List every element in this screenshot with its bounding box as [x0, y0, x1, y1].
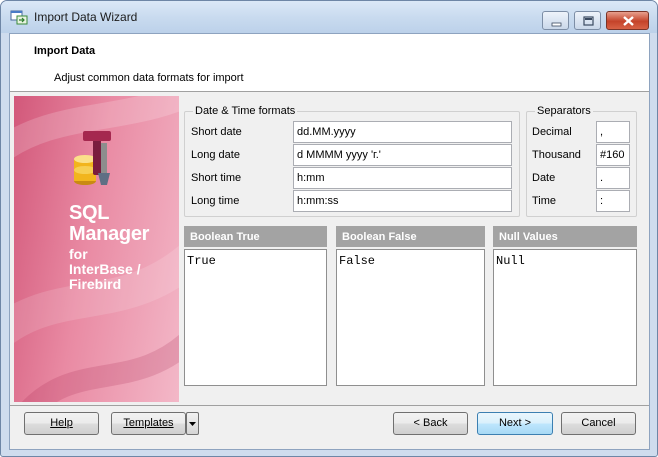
short-time-label: Short time	[191, 172, 242, 184]
wizard-client-area: Import Data Adjust common data formats f…	[9, 33, 650, 450]
back-button-label: < Back	[413, 417, 448, 429]
templates-button[interactable]: Templates	[111, 412, 186, 435]
separators-legend: Separators	[535, 105, 593, 117]
templates-dropdown-button[interactable]	[186, 412, 199, 435]
page-title: Import Data	[34, 45, 96, 57]
next-button[interactable]: Next >	[477, 412, 553, 435]
product-edition-line3: Firebird	[69, 276, 122, 292]
decimal-label: Decimal	[532, 126, 572, 138]
maximize-icon	[583, 16, 594, 26]
title-bar[interactable]: Import Data Wizard	[1, 1, 657, 33]
time-separator-label: Time	[532, 195, 557, 207]
cancel-button[interactable]: Cancel	[561, 412, 636, 435]
app-icon	[10, 10, 28, 25]
product-banner: SQL Manager for InterBase / Firebird	[14, 96, 179, 402]
short-date-input[interactable]: dd.MM.yyyy	[293, 121, 512, 143]
next-button-label: Next >	[498, 417, 532, 429]
page-subtitle: Adjust common data formats for import	[54, 72, 244, 84]
datetime-formats-legend: Date & Time formats	[193, 105, 298, 117]
date-separator-input[interactable]: .	[596, 167, 630, 189]
chevron-down-icon	[189, 422, 196, 426]
product-name: SQL Manager	[69, 203, 149, 245]
back-button[interactable]: < Back	[393, 412, 468, 435]
long-date-input[interactable]: d MMMM yyyy 'г.'	[293, 144, 512, 166]
decimal-separator-input[interactable]: ,	[596, 121, 630, 143]
boolean-false-header: Boolean False	[336, 226, 485, 247]
product-name-line2: Manager	[69, 223, 150, 245]
minimize-icon	[551, 22, 562, 27]
footer-divider	[10, 405, 649, 406]
window-title: Import Data Wizard	[34, 10, 138, 24]
thousand-separator-input[interactable]: #160	[596, 144, 630, 166]
long-time-input[interactable]: h:mm:ss	[293, 190, 512, 212]
minimize-button[interactable]	[542, 11, 569, 30]
long-date-label: Long date	[191, 149, 240, 161]
product-edition-line2: InterBase /	[69, 261, 141, 277]
short-time-input[interactable]: h:mm	[293, 167, 512, 189]
templates-button-label: Templates	[123, 417, 174, 429]
time-separator-input[interactable]: :	[596, 190, 630, 212]
long-time-label: Long time	[191, 195, 240, 207]
close-button[interactable]	[606, 11, 649, 30]
null-values-header: Null Values	[493, 226, 637, 247]
database-tools-icon	[74, 131, 111, 185]
thousand-label: Thousand	[532, 149, 581, 161]
boolean-true-memo[interactable]: True	[184, 249, 327, 386]
help-button[interactable]: Help	[24, 412, 99, 435]
help-button-label: Help	[50, 417, 73, 429]
boolean-true-header: Boolean True	[184, 226, 327, 247]
product-edition-line1: for	[69, 246, 88, 262]
product-name-line1: SQL	[69, 202, 110, 224]
boolean-false-memo[interactable]: False	[336, 249, 485, 386]
product-edition: for InterBase / Firebird	[69, 247, 141, 292]
null-values-memo[interactable]: Null	[493, 249, 637, 386]
close-icon	[623, 16, 634, 26]
import-data-wizard-window: Import Data Wizard Import Data Adjust co…	[0, 0, 658, 457]
cancel-button-label: Cancel	[581, 417, 616, 429]
maximize-button[interactable]	[574, 11, 601, 30]
short-date-label: Short date	[191, 126, 242, 138]
date-separator-label: Date	[532, 172, 556, 184]
wizard-header: Import Data Adjust common data formats f…	[10, 34, 649, 92]
